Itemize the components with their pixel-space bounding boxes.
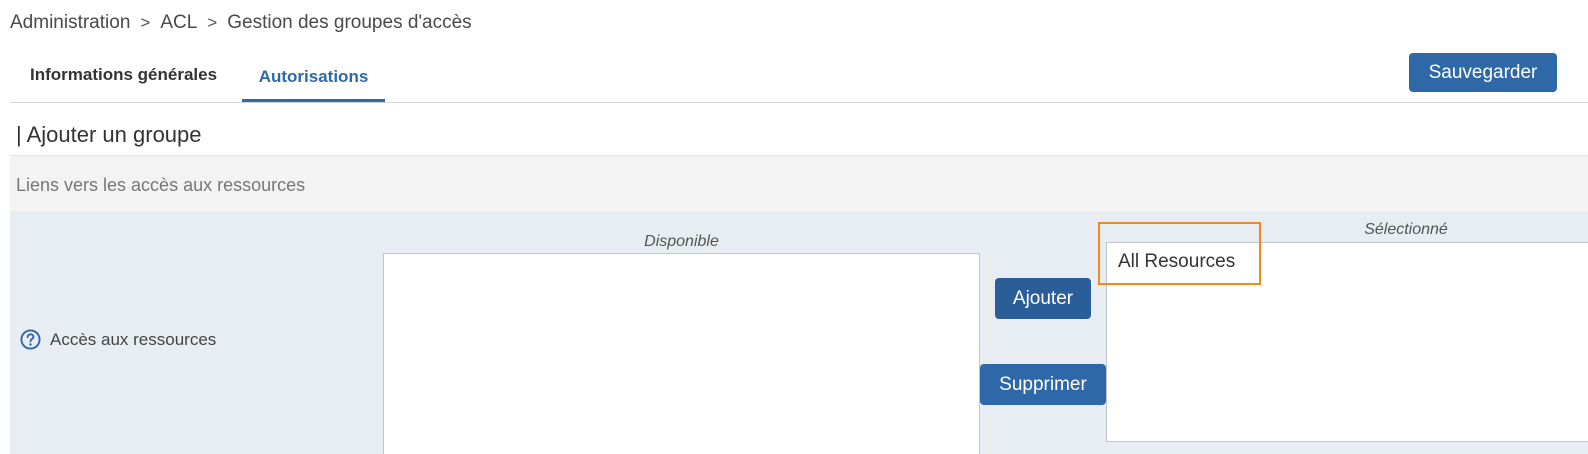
tab-authorizations[interactable]: Autorisations bbox=[242, 56, 385, 102]
subheader-text: Liens vers les accès aux ressources bbox=[16, 175, 306, 195]
list-item[interactable]: All Resources bbox=[1118, 251, 1235, 273]
selected-caption: Sélectionné bbox=[1364, 221, 1448, 238]
field-label-text: Accès aux ressources bbox=[50, 329, 217, 349]
selected-listbox[interactable]: All Resources bbox=[1106, 242, 1588, 442]
section-title: | Ajouter un groupe bbox=[16, 122, 202, 147]
resource-access-row: Accès aux ressources Disponible Ajouter … bbox=[10, 211, 1588, 454]
section-subheader: Liens vers les accès aux ressources bbox=[10, 155, 1588, 212]
breadcrumb-separator: > bbox=[140, 13, 151, 32]
breadcrumb-administration[interactable]: Administration bbox=[10, 12, 130, 34]
tab-bar: Informations générales Autorisations bbox=[10, 56, 1588, 103]
breadcrumb-current: Gestion des groupes d'accès bbox=[227, 12, 472, 33]
breadcrumb-separator: > bbox=[207, 13, 218, 32]
tab-general-information[interactable]: Informations générales bbox=[30, 56, 217, 100]
page: Administration > ACL > Gestion des group… bbox=[0, 0, 1588, 454]
help-circle-icon[interactable] bbox=[20, 329, 41, 350]
available-caption: Disponible bbox=[644, 233, 719, 250]
breadcrumb: Administration > ACL > Gestion des group… bbox=[10, 12, 472, 34]
breadcrumb-acl[interactable]: ACL bbox=[160, 12, 197, 34]
save-button[interactable]: Sauvegarder bbox=[1409, 53, 1557, 92]
add-button[interactable]: Ajouter bbox=[995, 278, 1091, 319]
remove-button[interactable]: Supprimer bbox=[980, 364, 1106, 405]
field-label: Accès aux ressources bbox=[20, 329, 216, 350]
available-listbox[interactable] bbox=[383, 253, 980, 454]
